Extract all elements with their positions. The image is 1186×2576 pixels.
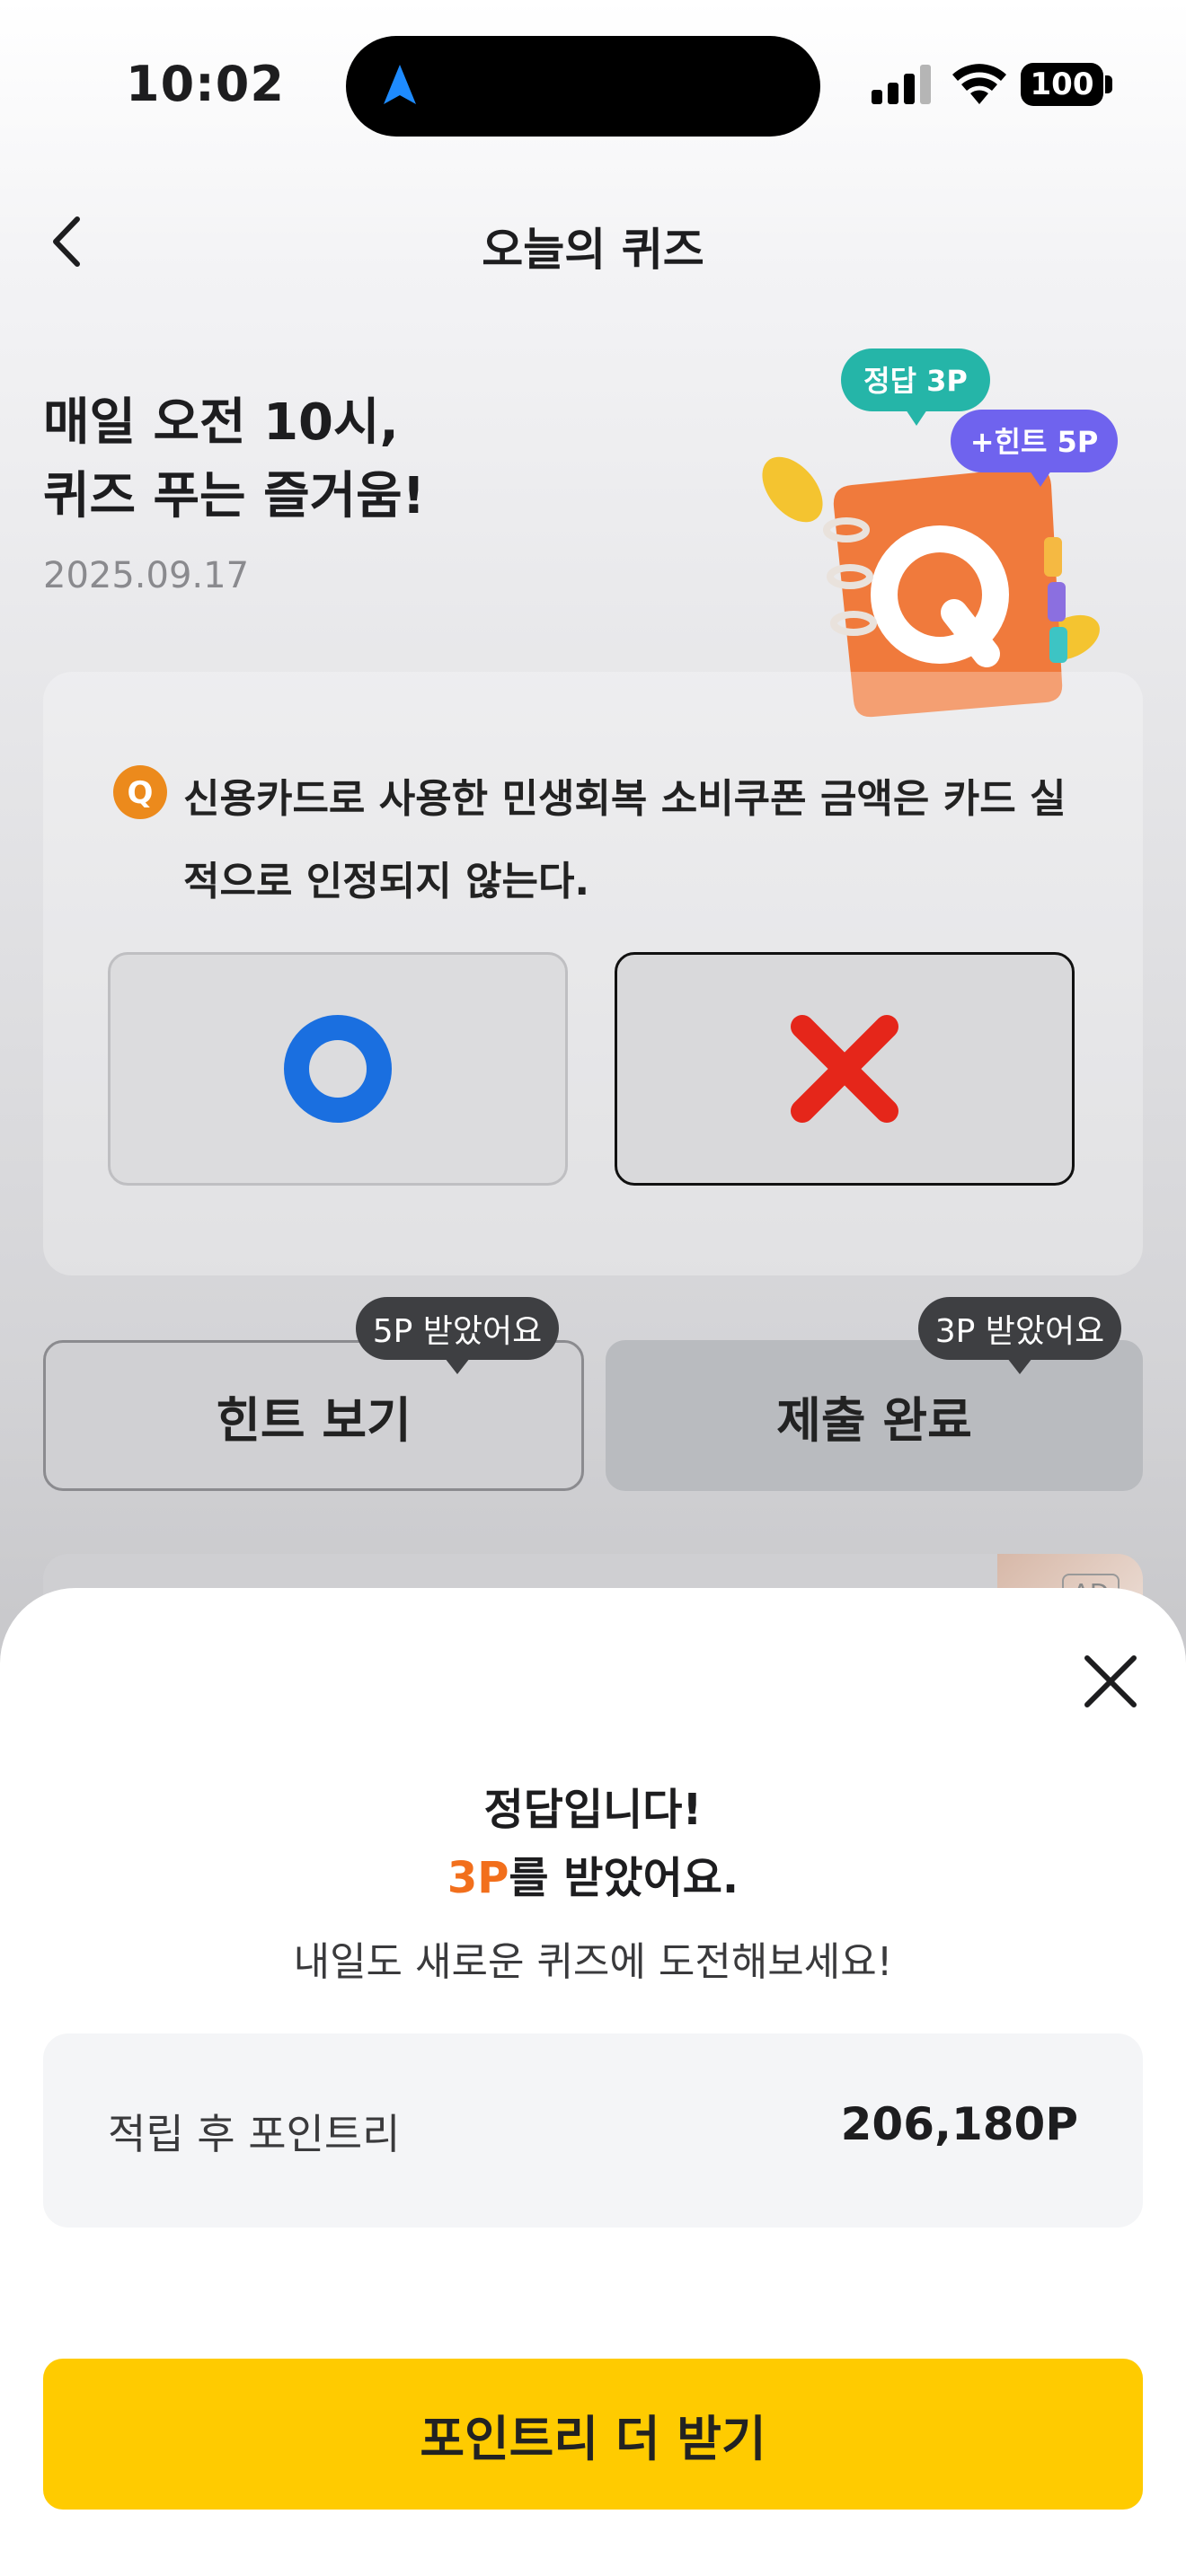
result-points-message: 3P를 받았어요. [0,1842,1186,1905]
result-description: 내일도 새로운 퀴즈에 도전해보세요! [293,1939,893,1985]
hero-title: 매일 오전 10시, 퀴즈 푸는 즐거움! [43,386,425,534]
cross-x-icon [791,1015,898,1123]
battery-indicator: 100 [1021,63,1103,106]
quiz-question: 신용카드로 사용한 민생회복 소비쿠폰 금액은 카드 실적으로 인정되지 않는다… [183,776,1067,904]
svg-text:Q: Q [128,775,154,811]
coin-icon [762,456,823,523]
answer-o-button[interactable] [108,952,568,1186]
battery-cap [1105,75,1112,93]
status-time: 10:02 [126,56,285,112]
cellular-signal-icon [872,65,931,104]
hero-title-line1: 매일 오전 10시, [43,393,399,452]
submit-points-tooltip: 3P 받았어요 [918,1297,1121,1374]
answer-x-button[interactable] [615,952,1075,1186]
svg-text:정답 3P: 정답 3P [863,364,968,398]
points-balance-label: 적립 후 포인트리 [108,2110,401,2158]
points-balance-value: 206,180P [840,2098,1078,2150]
quiz-date: 2025.09.17 [43,555,250,596]
hint-points-tooltip: 5P 받았어요 [356,1297,559,1374]
hint-button[interactable]: 힌트 보기 [43,1340,584,1491]
result-title: 정답입니다! [483,1785,703,1835]
get-more-points-button[interactable]: 포인트리 더 받기 [43,2359,1143,2510]
close-icon[interactable] [1080,1651,1141,1712]
page-title: 오늘의 퀴즈 [482,224,704,276]
question-badge-icon: Q [113,765,167,819]
location-arrow-icon [384,65,416,104]
svg-text:+힌트 5P: +힌트 5P [970,425,1099,459]
earned-points: 3P [447,1853,509,1903]
earned-points-suffix: 를 받았어요. [509,1853,739,1903]
wifi-icon [952,64,1006,104]
submit-button[interactable]: 제출 완료 [606,1340,1143,1491]
dynamic-island [346,36,820,137]
circle-o-icon [284,1015,392,1123]
hero-title-line2: 퀴즈 푸는 즐거움! [43,467,426,525]
